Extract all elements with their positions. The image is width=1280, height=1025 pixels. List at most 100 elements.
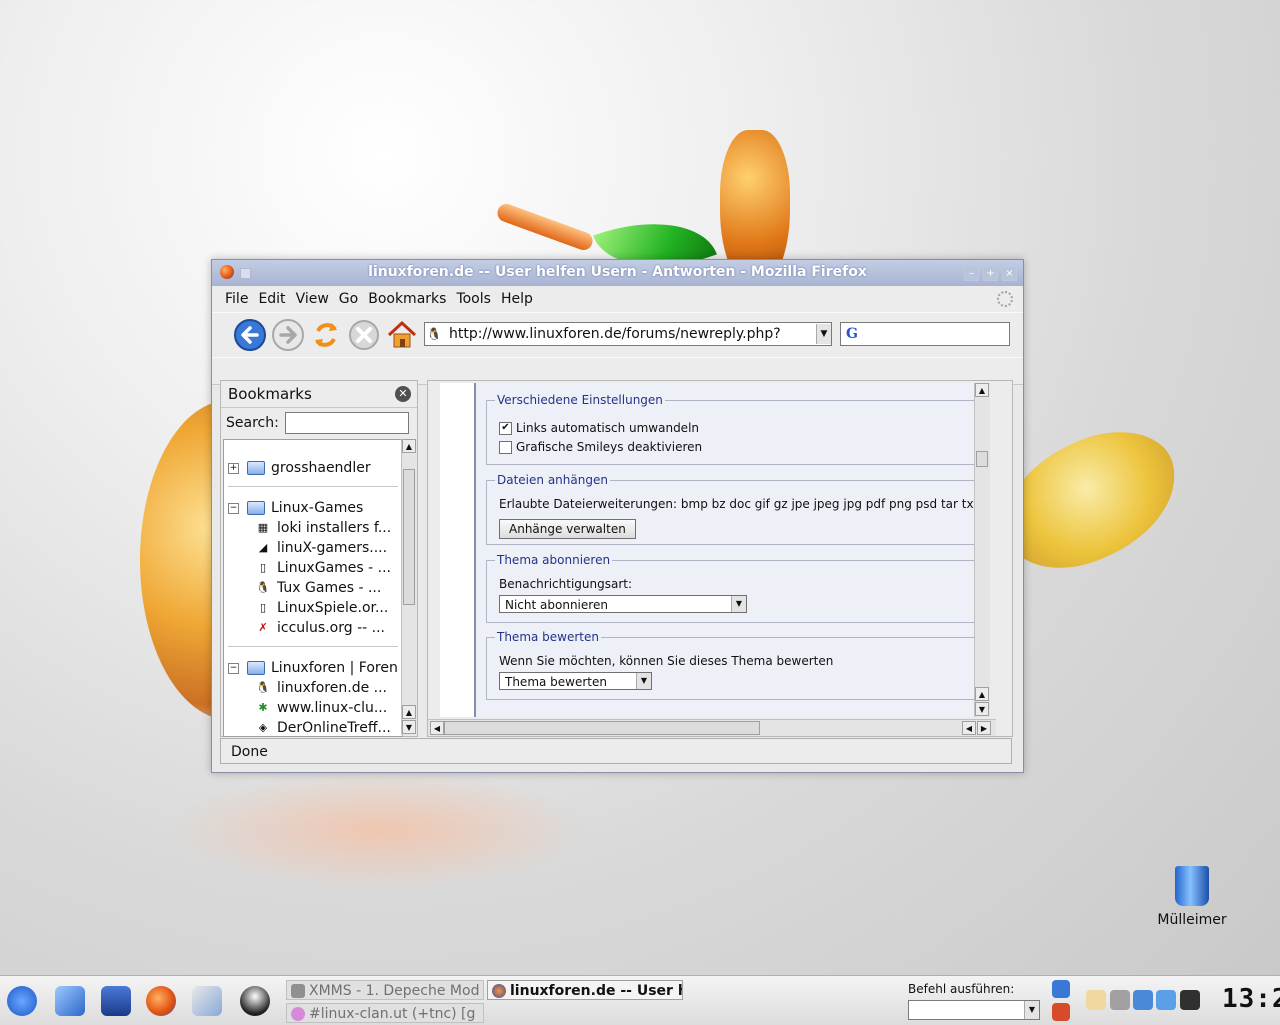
tree-bookmark[interactable]: ▯ LinuxGames - ... [256, 560, 391, 576]
kde-menu-icon[interactable] [7, 986, 37, 1016]
notify-select[interactable]: Nicht abonnieren ▼ [499, 595, 747, 613]
run-command-input[interactable]: ▼ [908, 1000, 1040, 1020]
scroll-up-icon[interactable]: ▲ [402, 439, 416, 453]
page-scrollbar[interactable]: ▲ ▲ ▼ [974, 383, 990, 717]
links-checkbox[interactable]: ✔ [499, 422, 512, 435]
desktop-trash[interactable]: Mülleimer [1152, 866, 1232, 928]
sidebar-search-input[interactable] [284, 412, 409, 434]
minimize-icon[interactable]: – [964, 266, 979, 281]
tree-label: linuxforen.de ... [277, 680, 387, 696]
close-icon[interactable]: × [1002, 266, 1017, 281]
sidebar-close-icon[interactable]: ✕ [395, 386, 411, 402]
scroll-up-icon[interactable]: ▲ [975, 383, 989, 397]
scroll-down-icon[interactable]: ▼ [402, 720, 416, 734]
scroll-up-icon[interactable]: ▲ [975, 687, 989, 701]
menu-view[interactable]: View [291, 291, 334, 307]
tree-bookmark[interactable]: ✗ icculus.org -- ... [256, 620, 385, 636]
tree-folder-linuxforen[interactable]: − Linuxforen | Foren [228, 660, 398, 676]
tree-bookmark[interactable]: ▯ LinuxSpiele.or... [256, 600, 388, 616]
scroll-down-icon[interactable]: ▼ [975, 702, 989, 716]
smileys-checkbox[interactable] [499, 441, 512, 454]
trash-label: Mülleimer [1157, 912, 1227, 928]
horizontal-scrollbar[interactable]: ◀ ◀ ▶ [428, 719, 996, 736]
klipper-icon[interactable] [1086, 990, 1106, 1010]
tree-bookmark[interactable]: ◢ linuX-gamers.... [256, 540, 387, 556]
firefox-launcher-icon[interactable] [146, 986, 176, 1016]
search-box[interactable]: G [840, 322, 1010, 346]
tree-folder-grosshaendler[interactable]: + grosshaendler [228, 460, 371, 476]
collapse-icon[interactable]: − [228, 502, 239, 514]
url-dropdown-icon[interactable]: ▼ [816, 324, 831, 344]
tux-launcher-icon[interactable] [240, 986, 270, 1016]
page-icon: ▯ [259, 601, 267, 614]
rate-fieldset: Thema bewerten Wenn Sie möchten, können … [486, 630, 990, 700]
smileys-option[interactable]: Grafische Smileys deaktivieren [499, 440, 702, 454]
url-text[interactable]: http://www.linuxforen.de/forums/newreply… [443, 326, 816, 342]
terminal-icon[interactable] [101, 986, 131, 1016]
home-button[interactable] [384, 317, 420, 353]
tree-label: www.linux-clu... [277, 700, 388, 716]
clock[interactable]: 13:23 [1222, 984, 1280, 1014]
kde-panel: XMMS - 1. Depeche Mod linuxforen.de -- U… [0, 975, 1280, 1025]
menu-go[interactable]: Go [334, 291, 363, 307]
title-bar[interactable]: linuxforen.de -- User helfen Usern - Ant… [212, 260, 1023, 286]
task-xmms[interactable]: XMMS - 1. Depeche Mod [286, 980, 484, 1000]
desktop-pager-icon[interactable] [1180, 990, 1200, 1010]
sidebar-scrollbar[interactable]: ▲ ▲ ▼ [401, 439, 417, 735]
tree-bookmark[interactable]: ▦ loki installers f... [256, 520, 391, 536]
manage-attachments-button[interactable]: Anhänge verwalten [499, 519, 636, 539]
tree-bookmark[interactable]: ✱ www.linux-clu... [256, 700, 387, 716]
run-command-label: Befehl ausführen: [908, 982, 1015, 996]
lock-screen-icon[interactable] [1052, 980, 1070, 998]
back-button[interactable] [232, 317, 268, 353]
menu-edit[interactable]: Edit [253, 291, 290, 307]
connection-icon[interactable] [1156, 990, 1176, 1010]
menu-bookmarks[interactable]: Bookmarks [363, 291, 451, 307]
scroll-left-icon[interactable]: ◀ [962, 721, 976, 735]
chevron-down-icon[interactable]: ▼ [636, 673, 651, 689]
tree-label: icculus.org -- ... [277, 620, 385, 636]
tree-bookmark[interactable]: ◈ DerOnlineTreff... [256, 720, 391, 736]
forward-button[interactable] [270, 317, 306, 353]
folder-icon [247, 661, 265, 675]
menu-file[interactable]: File [220, 291, 253, 307]
home-folder-icon[interactable] [55, 986, 85, 1016]
web-page: Verschiedene Einstellungen ✔ Links automa… [440, 383, 990, 717]
menu-tools[interactable]: Tools [451, 291, 496, 307]
url-bar[interactable]: 🐧 http://www.linuxforen.de/forums/newrep… [424, 322, 832, 346]
tree-bookmark[interactable]: 🐧 Tux Games - ... [256, 580, 381, 596]
notify-label: Benachrichtigungsart: [499, 577, 633, 591]
trash-icon[interactable] [1175, 866, 1209, 906]
scroll-up-icon[interactable]: ▲ [402, 705, 416, 719]
mail-icon[interactable] [192, 986, 222, 1016]
scroll-left-icon[interactable]: ◀ [430, 721, 444, 735]
tree-label: Linuxforen | Foren [271, 660, 398, 676]
stop-button[interactable] [346, 317, 382, 353]
expand-icon[interactable]: + [228, 462, 239, 474]
chevron-down-icon[interactable]: ▼ [731, 596, 746, 612]
menu-help[interactable]: Help [496, 291, 538, 307]
collapse-icon[interactable]: − [228, 662, 239, 674]
reload-button[interactable] [308, 317, 344, 353]
volume-icon[interactable] [1133, 990, 1153, 1010]
scroll-right-icon[interactable]: ▶ [977, 721, 991, 735]
links-option[interactable]: ✔ Links automatisch umwandeln [499, 421, 699, 435]
rate-value: Thema bewerten [505, 675, 607, 689]
tree-folder-linux-games[interactable]: − Linux-Games [228, 500, 363, 516]
chevron-down-icon[interactable]: ▼ [1024, 1001, 1039, 1019]
scroll-thumb[interactable] [403, 469, 415, 605]
task-firefox[interactable]: linuxforen.de -- User h [487, 980, 683, 1000]
network-icon[interactable] [1110, 990, 1130, 1010]
scroll-thumb[interactable] [444, 721, 760, 735]
task-label: linuxforen.de -- User h [510, 983, 683, 999]
task-irc[interactable]: #linux-clan.ut (+tnc) [g [286, 1003, 484, 1023]
logout-icon[interactable] [1052, 1003, 1070, 1021]
menu-bar: File Edit View Go Bookmarks Tools Help [212, 286, 1023, 312]
linux-gamers-icon: ◢ [258, 541, 268, 554]
rate-select[interactable]: Thema bewerten ▼ [499, 672, 652, 690]
web-content: Verschiedene Einstellungen ✔ Links automa… [427, 380, 1013, 737]
tree-bookmark[interactable]: 🐧 linuxforen.de ... [256, 680, 387, 696]
google-icon[interactable]: G [846, 326, 858, 342]
maximize-icon[interactable]: + [983, 266, 998, 281]
scroll-thumb[interactable] [976, 451, 988, 467]
